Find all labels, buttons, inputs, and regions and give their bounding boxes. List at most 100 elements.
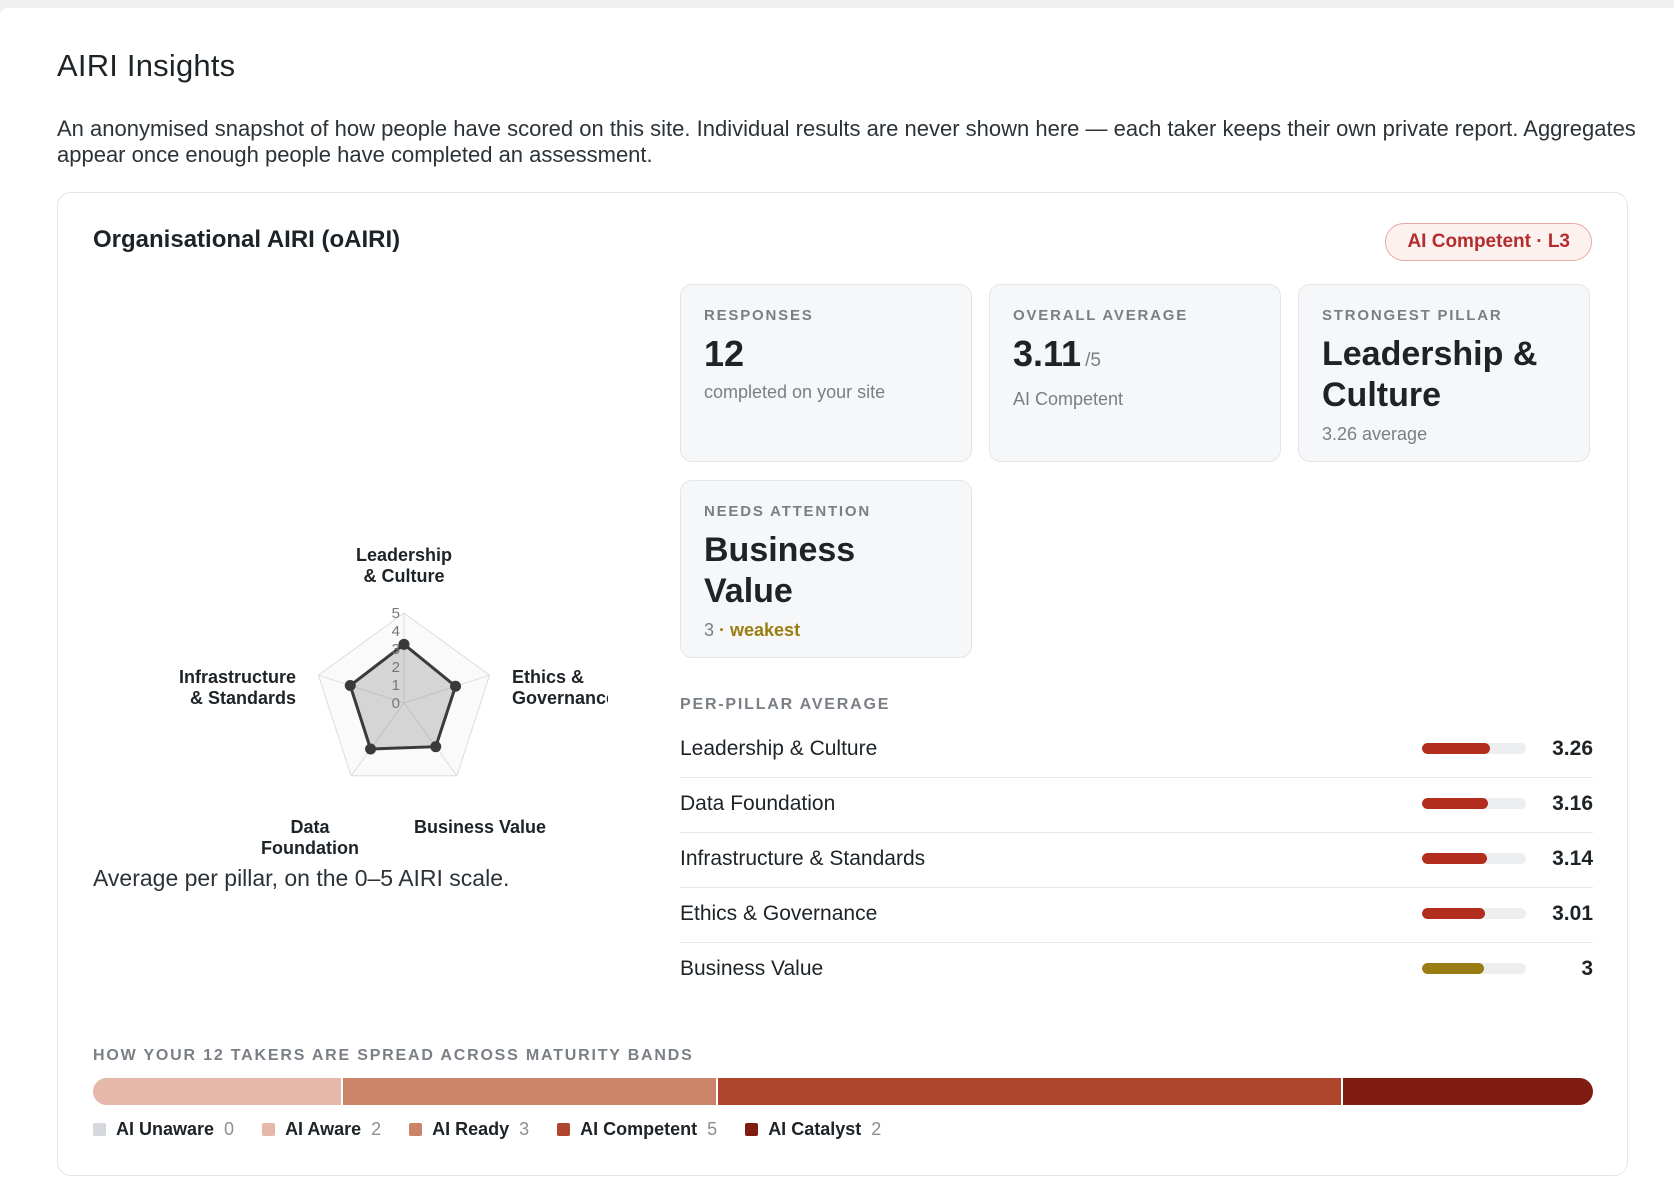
pillar-bar-track [1422, 798, 1526, 809]
legend-item: AI Competent 5 [557, 1119, 717, 1140]
stat-value-number: 3.11 [1013, 333, 1082, 374]
legend-swatch [409, 1123, 423, 1136]
stat-value: Leadership & Culture [1322, 334, 1566, 416]
radar-axis-label: Ethics & Governance [512, 667, 608, 708]
pillar-value: 3.16 [1552, 792, 1593, 815]
radar-data-point [398, 638, 410, 650]
band-segment [93, 1078, 343, 1105]
radar-tick-label: 3 [392, 641, 400, 658]
bands-legend: AI Unaware 0 AI Aware 2 AI Ready 3 AI Compe… [93, 1119, 881, 1140]
legend-swatch [93, 1123, 106, 1136]
radar-tick-label: 4 [392, 623, 400, 640]
legend-swatch [262, 1123, 276, 1136]
pillar-name: Infrastructure & Standards [680, 847, 926, 870]
attention-score: 3 [704, 620, 715, 640]
stat-value-line2: Culture [1322, 376, 1441, 414]
legend-swatch [557, 1123, 571, 1136]
legend-name: AI Aware [285, 1119, 362, 1139]
pillar-bar-track [1422, 853, 1526, 864]
legend-count: 3 [519, 1119, 530, 1139]
pillar-bar-fill [1422, 798, 1488, 809]
maturity-bands-bar [93, 1078, 1593, 1105]
pillar-row: Infrastructure & Standards 3.14 [680, 833, 1593, 888]
stat-label: NEEDS ATTENTION [704, 503, 872, 520]
bands-heading: HOW YOUR 12 TAKERS ARE SPREAD ACROSS MAT… [93, 1047, 694, 1064]
band-segment [718, 1078, 1343, 1105]
oairi-card: Organisational AIRI (oAIRI) AI Competent… [57, 192, 1628, 1176]
radar-axis-label: Business Value [414, 817, 546, 837]
stat-value-suffix: /5 [1085, 350, 1101, 371]
legend-item: AI Ready 3 [409, 1119, 529, 1140]
band-segment [1343, 1078, 1593, 1105]
radar-tick-label: 1 [392, 677, 400, 694]
legend-name: AI Ready [432, 1119, 510, 1139]
per-pillar-heading: PER-PILLAR AVERAGE [680, 696, 891, 713]
radar-caption: Average per pillar, on the 0–5 AIRI scal… [93, 865, 510, 891]
stat-label: RESPONSES [704, 307, 814, 324]
pillar-value: 3.26 [1552, 737, 1593, 760]
legend-item: AI Unaware 0 [93, 1119, 234, 1140]
stat-needs-attention: NEEDS ATTENTION Business Value 3 · weake… [680, 480, 972, 658]
radar-tick-label: 2 [392, 659, 400, 676]
stat-sub: 3.26 average [1322, 424, 1428, 444]
stat-value-line1: Business [704, 531, 856, 569]
card-title: Organisational AIRI (oAIRI) [93, 226, 401, 253]
radar-svg: 012345 Leadership & Culture Ethics & Governa… [179, 545, 616, 858]
stat-value: 12 [704, 333, 745, 374]
stat-value: Business Value [704, 530, 948, 612]
intro-text: An anonymised snapshot of how people hav… [57, 116, 1636, 167]
radar-tick-label: 0 [392, 695, 400, 712]
stat-overall-average: OVERALL AVERAGE 3.11/5 AI Competent [989, 284, 1281, 462]
stat-value-line2: Value [704, 572, 793, 610]
pillar-bar-track [1422, 963, 1526, 974]
radar-tick-label: 5 [392, 605, 400, 622]
insights-page: AIRI Insights An anonymised snapshot of … [0, 8, 1674, 1200]
pillar-bar-fill [1422, 743, 1490, 754]
page-title: AIRI Insights [57, 48, 236, 83]
pillar-row: Business Value 3 [680, 943, 1593, 998]
pillar-value: 3 [1581, 957, 1593, 980]
pillar-bar-track [1422, 743, 1526, 754]
level-badge: AI Competent · L3 [1385, 223, 1592, 261]
legend-count: 5 [707, 1119, 718, 1139]
radar-axis-label: Infrastructure & Standards [179, 667, 296, 708]
stat-value: 3.11/5 [1013, 334, 1257, 381]
stat-sub: 3 · weakest [704, 620, 948, 641]
pillar-row: Ethics & Governance 3.01 [680, 888, 1593, 943]
attention-sep: · [714, 620, 731, 640]
radar-data-point [450, 680, 462, 692]
legend-name: AI Catalyst [768, 1119, 862, 1139]
pillar-bar-fill [1422, 908, 1485, 919]
pillar-bar-track [1422, 908, 1526, 919]
radar-axis-label: Data Foundation [261, 817, 359, 858]
legend-name: AI Competent [580, 1119, 698, 1139]
radar-chart: 0 1 2 3 4 5 Leadership & Culture Ethics & Governa… [88, 343, 616, 903]
band-segment [343, 1078, 718, 1105]
pillar-name: Leadership & Culture [680, 737, 878, 760]
pillar-bar-fill [1422, 963, 1485, 974]
stat-responses: RESPONSES 12 completed on your site [680, 284, 972, 462]
stat-sub: AI Competent [1013, 389, 1124, 409]
pillar-bar-fill [1422, 853, 1488, 864]
legend-item: AI Catalyst 2 [745, 1119, 881, 1140]
pillar-value: 3.01 [1552, 902, 1593, 925]
stat-label: OVERALL AVERAGE [1013, 307, 1189, 324]
pillar-name: Ethics & Governance [680, 902, 878, 925]
pillar-row: Data Foundation 3.16 [680, 778, 1593, 833]
stat-strongest-pillar: STRONGEST PILLAR Leadership & Culture 3.… [1298, 284, 1590, 462]
weakest-tag: weakest [730, 620, 801, 640]
pillar-name: Data Foundation [680, 792, 836, 815]
legend-count: 0 [224, 1119, 235, 1139]
radar-data-point [430, 741, 442, 753]
legend-item: AI Aware 2 [262, 1119, 381, 1140]
radar-data-point [365, 743, 377, 755]
legend-swatch [745, 1123, 759, 1136]
pillar-value: 3.14 [1552, 847, 1593, 870]
radar-data-point [344, 680, 356, 692]
stat-label: STRONGEST PILLAR [1322, 307, 1503, 324]
legend-count: 2 [871, 1119, 882, 1139]
radar-axis-label: Leadership & Culture [356, 545, 452, 586]
pillar-row: Leadership & Culture 3.26 [680, 723, 1593, 778]
legend-name: AI Unaware [116, 1119, 215, 1139]
stat-sub: completed on your site [704, 382, 886, 402]
